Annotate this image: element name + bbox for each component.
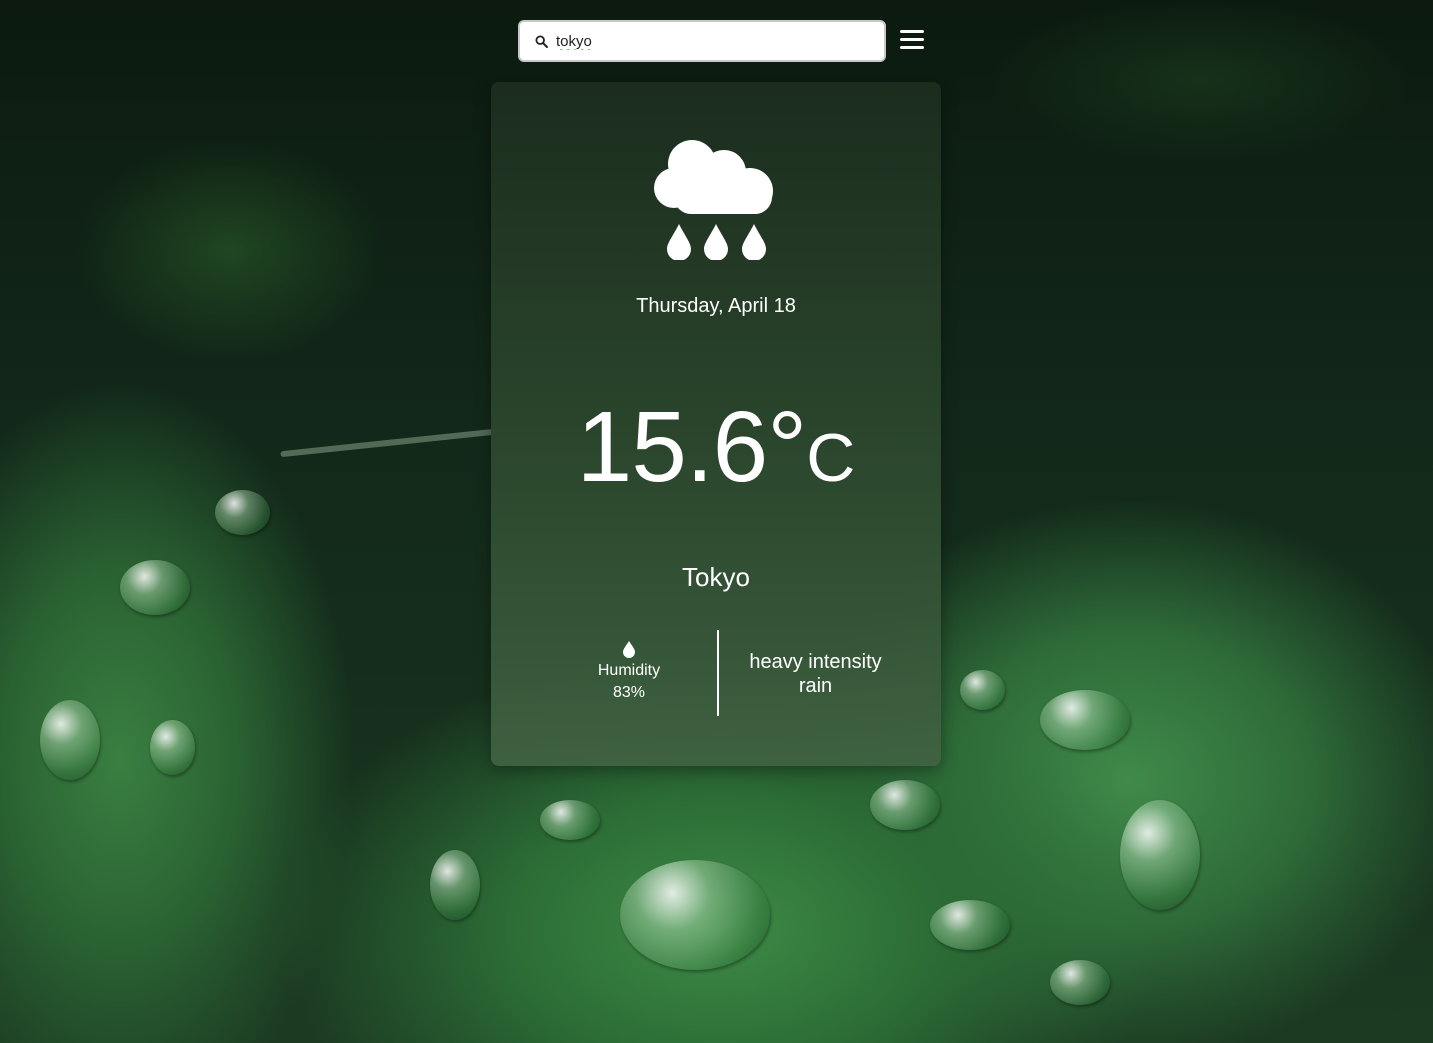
search-bar[interactable] bbox=[518, 20, 886, 62]
leaf-stem bbox=[280, 428, 495, 458]
temperature-display: 15.6°C bbox=[491, 390, 941, 505]
current-date: Thursday, April 18 bbox=[636, 295, 796, 317]
water-droplet bbox=[215, 490, 270, 535]
water-droplet bbox=[930, 900, 1010, 950]
weather-card: Thursday, April 18 15.6°C Tokyo Humidity… bbox=[491, 82, 941, 766]
water-droplet bbox=[120, 560, 190, 615]
humidity-label: Humidity bbox=[597, 662, 661, 679]
water-droplet bbox=[1040, 690, 1130, 750]
weather-description: heavy intensity rain bbox=[749, 651, 882, 697]
rain-cloud-icon bbox=[652, 136, 780, 261]
hamburger-menu-icon[interactable] bbox=[900, 30, 924, 52]
water-droplet bbox=[1120, 800, 1200, 910]
humidity-value: 83% bbox=[612, 684, 646, 701]
water-droplet bbox=[870, 780, 940, 830]
water-droplet bbox=[430, 850, 480, 920]
weather-details: Humidity 83% heavy intensity rain bbox=[491, 630, 941, 716]
water-drop-icon bbox=[622, 640, 636, 658]
water-droplet bbox=[1050, 960, 1110, 1005]
temperature-unit: C bbox=[806, 420, 856, 496]
water-droplet bbox=[40, 700, 100, 780]
search-input[interactable] bbox=[556, 32, 866, 50]
city-name: Tokyo bbox=[682, 562, 750, 592]
temperature-value: 15.6° bbox=[576, 391, 808, 503]
search-icon bbox=[534, 34, 548, 48]
divider bbox=[717, 630, 719, 716]
water-droplet bbox=[540, 800, 600, 840]
water-droplet bbox=[960, 670, 1005, 710]
humidity-block: Humidity 83% bbox=[579, 640, 679, 702]
water-droplet bbox=[620, 860, 770, 970]
water-droplet bbox=[150, 720, 195, 775]
